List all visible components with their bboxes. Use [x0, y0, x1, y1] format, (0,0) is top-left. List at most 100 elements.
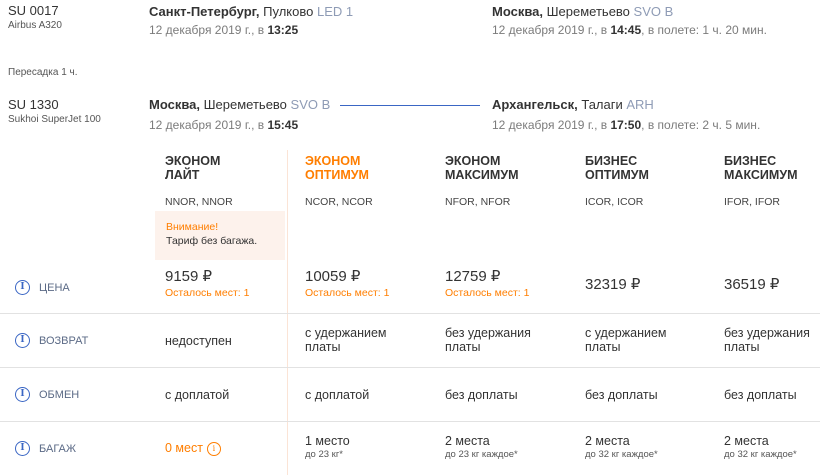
- seats-left: Осталось мест: 1: [305, 287, 390, 299]
- fare-codes: NNOR, NNOR: [165, 196, 233, 208]
- departure-code: SVO B: [290, 97, 331, 112]
- departure-city: Москва,: [149, 97, 200, 112]
- exchange-cell: с доплатой: [305, 388, 370, 402]
- tariff-name: БИЗНЕС МАКСИМУМ: [724, 154, 798, 182]
- seats-left: Осталось мест: 1: [165, 287, 250, 299]
- flight-number: SU 1330: [8, 97, 59, 112]
- arrival-place: Архангельск, Талаги ARH: [492, 97, 654, 112]
- info-icon[interactable]: i: [15, 441, 30, 456]
- departure-datetime: 12 декабря 2019 г., в 15:45: [149, 118, 298, 132]
- fare-codes: IFOR, IFOR: [724, 196, 780, 208]
- departure-place: Санкт-Петербург, Пулково LED 1: [149, 4, 353, 19]
- departure-datetime: 12 декабря 2019 г., в 13:25: [149, 23, 298, 37]
- price-cell[interactable]: 10059 ₽ Осталось мест: 1: [305, 268, 390, 300]
- row-label-price: i ЦЕНА: [15, 280, 70, 295]
- route-line: [340, 105, 480, 106]
- arrival-code: ARH: [626, 97, 654, 112]
- departure-airport: Пулково: [263, 4, 314, 19]
- tariff-name: ЭКОНОМ ОПТИМУМ: [305, 154, 369, 182]
- exchange-cell: без доплаты: [445, 388, 518, 402]
- baggage-weight: до 23 кг каждое*: [445, 449, 518, 460]
- fare-codes: NCOR, NCOR: [305, 196, 373, 208]
- baggage-weight: до 32 кг каждое*: [585, 449, 658, 460]
- departure-place: Москва, Шереметьево SVO B: [149, 97, 330, 112]
- baggage-cell: 2 места до 32 кг каждое*: [585, 434, 658, 462]
- refund-cell: без удержания платы: [445, 326, 531, 354]
- baggage-cell: 2 места до 32 кг каждое*: [724, 434, 797, 462]
- arrival-airport: Талаги: [581, 97, 623, 112]
- arrival-datetime: 12 декабря 2019 г., в 17:50, в полете: 2…: [492, 118, 760, 132]
- price-cell[interactable]: 9159 ₽ Осталось мест: 1: [165, 268, 250, 300]
- row-label-baggage: i БАГАЖ: [15, 441, 76, 456]
- baggage-count: 2 места: [724, 434, 769, 448]
- arrival-city: Архангельск,: [492, 97, 578, 112]
- price-cell[interactable]: 32319 ₽: [585, 276, 641, 293]
- tariff-economy-maximum[interactable]: ЭКОНОМ МАКСИМУМ NFOR, NFOR: [445, 154, 571, 208]
- row-label-exchange: i ОБМЕН: [15, 387, 79, 402]
- info-icon[interactable]: i: [206, 441, 221, 456]
- refund-cell: с удержанием платы: [305, 326, 387, 354]
- arrival-city: Москва,: [492, 4, 543, 19]
- arrival-date: 12 декабря 2019 г., в: [492, 23, 608, 37]
- refund-cell: недоступен: [165, 334, 232, 348]
- departure-date: 12 декабря 2019 г., в: [149, 23, 265, 37]
- baggage-count: 1 место: [305, 434, 350, 448]
- info-icon[interactable]: i: [15, 280, 30, 295]
- tariff-business-optimum[interactable]: БИЗНЕС ОПТИМУМ ICOR, ICOR: [585, 154, 711, 208]
- arrival-date: 12 декабря 2019 г., в: [492, 118, 608, 132]
- departure-time: 15:45: [267, 118, 299, 132]
- info-icon[interactable]: i: [15, 333, 30, 348]
- seats-left: Осталось мест: 1: [445, 287, 530, 299]
- price-cell[interactable]: 36519 ₽: [724, 276, 780, 293]
- tariff-name: ЭКОНОМ ЛАЙТ: [165, 154, 221, 182]
- aircraft-model: Airbus A320: [8, 20, 62, 31]
- baggage-count: 2 места: [585, 434, 630, 448]
- tariff-business-maximum[interactable]: БИЗНЕС МАКСИМУМ IFOR, IFOR: [724, 154, 820, 208]
- baggage-weight: до 32 кг каждое*: [724, 449, 797, 460]
- flight-duration: , в полете: 1 ч. 20 мин.: [641, 23, 767, 37]
- departure-code: LED 1: [316, 4, 354, 19]
- exchange-cell: без доплаты: [724, 388, 797, 402]
- arrival-airport: Шереметьево: [546, 4, 630, 19]
- price-cell[interactable]: 12759 ₽ Осталось мест: 1: [445, 268, 530, 300]
- departure-city: Санкт-Петербург,: [149, 4, 260, 19]
- refund-cell: с удержанием платы: [585, 326, 667, 354]
- exchange-cell: с доплатой: [165, 388, 230, 402]
- row-label-refund: i ВОЗВРАТ: [15, 333, 88, 348]
- warning-text: Тариф без багажа.: [166, 235, 258, 247]
- price-value: 12759 ₽: [445, 268, 501, 285]
- baggage-count: 2 места: [445, 434, 490, 448]
- refund-cell: без удержания платы: [724, 326, 810, 354]
- price-value: 36519 ₽: [724, 276, 780, 293]
- tariff-economy-lite[interactable]: ЭКОНОМ ЛАЙТ NNOR, NNOR: [165, 154, 291, 208]
- arrival-time: 14:45: [610, 23, 642, 37]
- baggage-count: 0 мест: [165, 441, 203, 455]
- baggage-cell: 0 мест i: [165, 441, 221, 456]
- departure-airport: Шереметьево: [203, 97, 287, 112]
- price-value: 10059 ₽: [305, 268, 361, 285]
- baggage-cell: 1 место до 23 кг*: [305, 434, 350, 462]
- fare-codes: ICOR, ICOR: [585, 196, 644, 208]
- price-value: 9159 ₽: [165, 268, 213, 285]
- departure-date: 12 декабря 2019 г., в: [149, 118, 265, 132]
- info-icon[interactable]: i: [15, 387, 30, 402]
- flight-number: SU 0017: [8, 3, 59, 18]
- arrival-place: Москва, Шереметьево SVO B: [492, 4, 673, 19]
- transfer-info: Пересадка 1 ч.: [8, 67, 78, 78]
- row-divider: [0, 367, 820, 368]
- arrival-datetime: 12 декабря 2019 г., в 14:45, в полете: 1…: [492, 23, 767, 37]
- baggage-cell: 2 места до 23 кг каждое*: [445, 434, 518, 462]
- exchange-cell: без доплаты: [585, 388, 658, 402]
- tariff-economy-optimum[interactable]: ЭКОНОМ ОПТИМУМ NCOR, NCOR: [305, 154, 431, 208]
- row-divider: [0, 313, 820, 314]
- fare-codes: NFOR, NFOR: [445, 196, 511, 208]
- arrival-time: 17:50: [610, 118, 642, 132]
- no-baggage-warning: Внимание! Тариф без багажа.: [155, 211, 285, 260]
- tariff-name: ЭКОНОМ МАКСИМУМ: [445, 154, 519, 182]
- price-value: 32319 ₽: [585, 276, 641, 293]
- warning-title: Внимание!: [166, 221, 219, 233]
- aircraft-model: Sukhoi SuperJet 100: [8, 114, 101, 125]
- departure-time: 13:25: [267, 23, 299, 37]
- row-divider: [0, 421, 820, 422]
- tariff-name: БИЗНЕС ОПТИМУМ: [585, 154, 649, 182]
